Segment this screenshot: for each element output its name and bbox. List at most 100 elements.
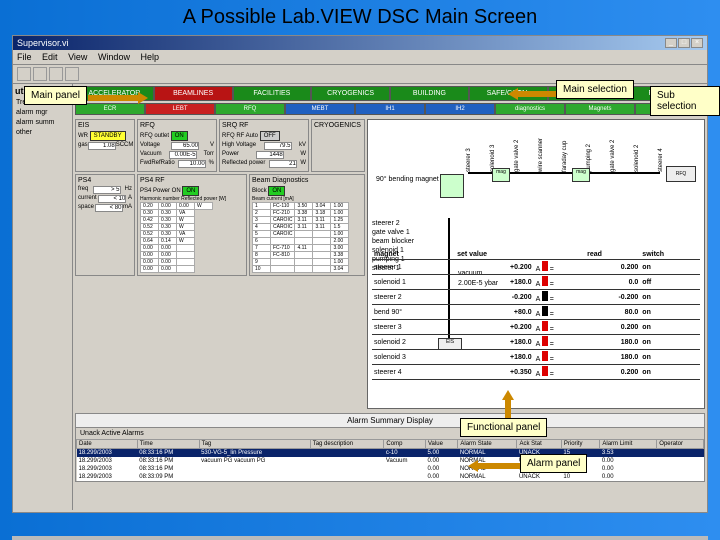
beamline-label: faraday cup: [562, 141, 568, 172]
panel-title: RFQ: [140, 122, 214, 129]
main-tab[interactable]: BEAMLINES: [154, 86, 233, 101]
footer-bar: [12, 536, 708, 540]
ps4rf-panel: PS4 RF PS4 Power ON ON Harmonic number R…: [137, 174, 247, 276]
callout-functional-panel: Functional panel: [460, 418, 547, 437]
magnet-box[interactable]: mag: [492, 168, 510, 182]
sidebar-item[interactable]: alarm mgr: [15, 108, 70, 117]
device-row[interactable]: solenoid 3+180.0A =180.0on: [372, 350, 700, 365]
ps4rf-status[interactable]: ON: [182, 186, 199, 196]
toolbar-btn[interactable]: [33, 67, 47, 81]
sidebar-item[interactable]: alarm summ: [15, 118, 70, 127]
min-button[interactable]: _: [665, 38, 677, 48]
main-tab[interactable]: BUILDING: [390, 86, 469, 101]
toolbar-btn[interactable]: [49, 67, 63, 81]
srq-status[interactable]: OFF: [260, 131, 280, 141]
menu-view[interactable]: View: [68, 52, 87, 62]
eis-gas-input[interactable]: [88, 142, 116, 150]
value-input[interactable]: [171, 142, 199, 150]
beamline-label: gate valve 2: [610, 140, 616, 172]
panel-title: PS4 RF: [140, 177, 244, 184]
rfq-box[interactable]: RFQ: [666, 166, 696, 182]
eis-wr: WR: [78, 133, 88, 139]
alarm-panel: Alarm Summary Display Unack Active Alarm…: [75, 413, 705, 482]
toolbar-btn[interactable]: [17, 67, 31, 81]
callout-main-panel: Main panel: [24, 86, 87, 105]
sub-tab[interactable]: diagnostics: [495, 103, 565, 115]
sub-tabs: ECRLEBTRFQMEBTIH1IH2diagnosticsMagnetsva…: [75, 103, 705, 115]
device-row[interactable]: steerer 4+0.350A =0.200on: [372, 365, 700, 380]
titlebar: Supervisor.vi _ □ ×: [13, 36, 707, 50]
device-table: magnetset valuereadswitchsteerer 1+0.200…: [372, 250, 700, 380]
note: Harmonic number Reflected power [W]: [140, 196, 244, 202]
beamline-label: beam blocker: [372, 238, 414, 245]
sub-tab[interactable]: LEBT: [145, 103, 215, 115]
menu-window[interactable]: Window: [98, 52, 130, 62]
alarm-table: DateTimeTagTag descriptionCompValueAlarm…: [76, 439, 704, 481]
label: RFQ RF Auto: [222, 133, 258, 139]
beamline-schematic: steerer 3solenoid 3gate valve 2wire scan…: [367, 119, 705, 409]
value-input[interactable]: [256, 151, 284, 159]
sidebar-item[interactable]: other: [15, 128, 70, 137]
device-row[interactable]: bend 90°+80.0A =80.0on: [372, 305, 700, 320]
beam-status[interactable]: ON: [268, 186, 285, 196]
value-input[interactable]: [264, 142, 292, 150]
menu-file[interactable]: File: [17, 52, 32, 62]
slide-title: A Possible Lab.VIEW DSC Main Screen: [0, 0, 720, 35]
toolbar-btn[interactable]: [65, 67, 79, 81]
alarm-row[interactable]: 18.299/200308:33:16 PM530-VG-5_lin Press…: [77, 449, 704, 458]
cryo-panel: CRYOGENICS: [311, 119, 365, 172]
alarm-toolbar: Unack Active Alarms: [76, 428, 704, 439]
sub-tab[interactable]: Magnets: [565, 103, 635, 115]
ps4rf-table: 0.200.000.00W0.300.30VA0.420.30W0.520.30…: [140, 202, 213, 273]
alarm-row[interactable]: 18.299/200308:33:16 PM0.00NORMALUNACK50.…: [77, 465, 704, 473]
label: RFQ outlet: [140, 133, 169, 139]
panel-title: CRYOGENICS: [314, 122, 362, 129]
beamline-label: steerer 4: [658, 148, 664, 172]
main-tab[interactable]: FACILITIES: [233, 86, 312, 101]
sub-tab[interactable]: RFQ: [215, 103, 285, 115]
label: PS4 Power ON: [140, 188, 181, 194]
value-input[interactable]: [93, 186, 121, 194]
srq-panel: SRQ RF RFQ RF Auto OFF High VoltagekVPow…: [219, 119, 309, 172]
sub-tab[interactable]: IH1: [355, 103, 425, 115]
label: Block: [252, 188, 267, 194]
value-input[interactable]: [269, 160, 297, 168]
value-input[interactable]: [178, 160, 206, 168]
window-title: Supervisor.vi: [17, 38, 69, 48]
rfq-status[interactable]: ON: [171, 131, 188, 141]
magnet-box[interactable]: mag: [572, 168, 590, 182]
device-row[interactable]: steerer 1+0.200A =0.200on: [372, 260, 700, 275]
beamline-label: gate valve 2: [514, 140, 520, 172]
close-button[interactable]: ×: [691, 38, 703, 48]
bend-magnet-icon[interactable]: [440, 174, 464, 198]
sub-tab[interactable]: MEBT: [285, 103, 355, 115]
device-row[interactable]: solenoid 1+180.0A =0.0off: [372, 275, 700, 290]
alarm-title: Alarm Summary Display: [76, 414, 704, 428]
value-input[interactable]: [98, 195, 126, 203]
sub-tab[interactable]: IH2: [425, 103, 495, 115]
menu-edit[interactable]: Edit: [42, 52, 58, 62]
alarm-row[interactable]: 18.299/200308:33:16 PMvacuum PG vacuum P…: [77, 457, 704, 465]
beam-panel: Beam Diagnostics Block ON Beam current […: [249, 174, 365, 276]
menu-help[interactable]: Help: [140, 52, 159, 62]
sidebar: utilities Trend alarm mgr alarm summ oth…: [13, 84, 73, 510]
value-input[interactable]: [169, 151, 197, 159]
device-row[interactable]: solenoid 2+180.0A =180.0on: [372, 335, 700, 350]
device-row[interactable]: steerer 3+0.200A =0.200on: [372, 320, 700, 335]
callout-main-selection: Main selection: [556, 80, 634, 99]
ps4-panel: PS4 freqHzcurrentAspacemA: [75, 174, 135, 276]
beamline-label: solenoid 2: [634, 145, 640, 172]
main-tab[interactable]: CRYOGENICS: [311, 86, 390, 101]
alarm-row[interactable]: 18.299/200308:33:09 PM0.00NORMALUNACK100…: [77, 473, 704, 481]
beamline-label: steerer 2: [372, 220, 414, 227]
panel-title: SRQ RF: [222, 122, 306, 129]
beam-table: 1FC-1103.503.041.002FC-2103.383.181.003C…: [252, 202, 349, 273]
bend-label: 90° bending magnet: [376, 176, 439, 183]
panel-title: Beam Diagnostics: [252, 177, 362, 184]
max-button[interactable]: □: [678, 38, 690, 48]
eis-status[interactable]: STANDBY: [90, 131, 126, 141]
callout-alarm-panel: Alarm panel: [520, 454, 587, 473]
device-row[interactable]: steerer 2-0.200A =-0.200on: [372, 290, 700, 305]
beamline-label: gate valve 1: [372, 229, 414, 236]
value-input[interactable]: [95, 204, 123, 212]
